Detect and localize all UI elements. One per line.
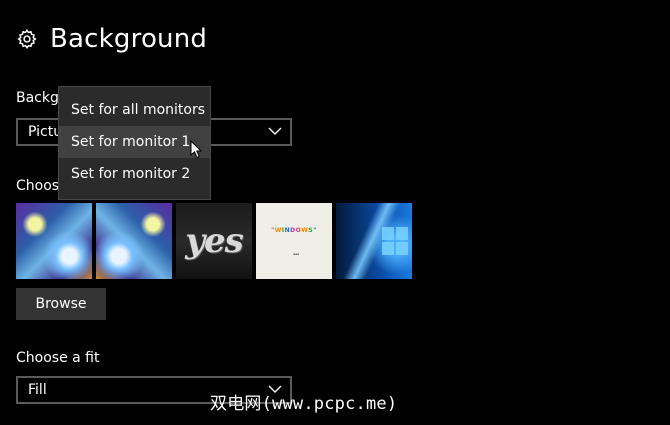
choose-picture-label: Choos <box>16 178 60 194</box>
browse-button[interactable]: Browse <box>16 288 106 320</box>
windows-logo-icon <box>382 227 408 255</box>
watermark-text: 双电网(www.pcpc.me) <box>210 394 398 414</box>
picture-thumbnails: yes "WINDOWS" ▪▪▪ <box>16 203 412 279</box>
menu-item-set-all-monitors[interactable]: Set for all monitors <box>59 94 210 126</box>
thumbnail-yes-logo[interactable]: yes <box>176 203 252 279</box>
background-dropdown-value: Pictu <box>28 124 63 140</box>
thumbnail-anime-art-1[interactable] <box>16 203 92 279</box>
chevron-down-icon <box>268 127 282 135</box>
fit-dropdown-value: Fill <box>28 382 47 398</box>
thumbnail-small-mark: ▪▪▪ <box>292 251 300 256</box>
mouse-pointer-icon <box>190 140 202 159</box>
thumbnail-windows-10-hero[interactable] <box>336 203 412 279</box>
gear-icon <box>17 29 37 49</box>
choose-fit-label: Choose a fit <box>16 350 100 366</box>
page-title: Background <box>50 24 208 54</box>
thumbnail-windows-word: "WINDOWS" <box>271 226 317 234</box>
thumbnail-anime-art-2[interactable] <box>96 203 172 279</box>
thumbnail-windows-text[interactable]: "WINDOWS" ▪▪▪ <box>256 203 332 279</box>
menu-item-set-monitor-2[interactable]: Set for monitor 2 <box>59 158 210 190</box>
thumbnail-yes-text: yes <box>185 221 244 261</box>
monitor-context-menu: Set for all monitors Set for monitor 1 S… <box>58 86 211 200</box>
page-header: Background <box>16 24 207 54</box>
menu-item-set-monitor-1[interactable]: Set for monitor 1 <box>59 126 210 158</box>
